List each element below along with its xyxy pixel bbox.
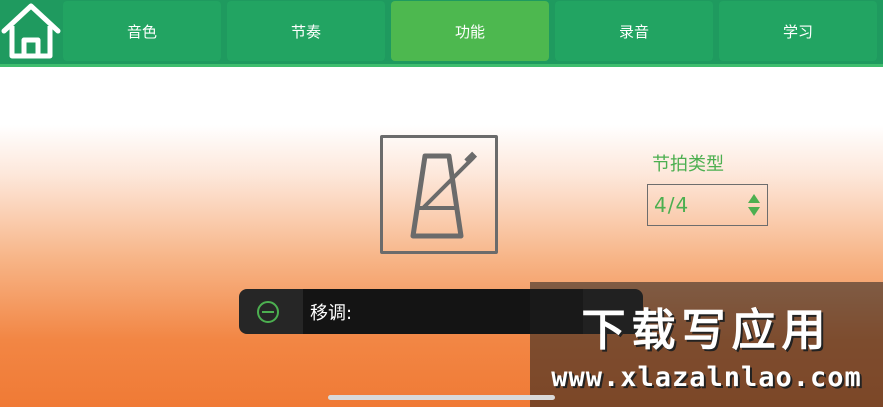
tab-learn[interactable]: 学习: [719, 1, 877, 61]
home-icon: [1, 3, 61, 59]
home-button[interactable]: [0, 0, 62, 62]
watermark-title: 下载写应用: [581, 305, 832, 356]
tab-tone[interactable]: 音色: [63, 1, 221, 61]
transpose-minus-button[interactable]: [239, 289, 297, 334]
tab-record[interactable]: 录音: [555, 1, 713, 61]
meter-type-value: 4/4: [654, 193, 690, 217]
meter-type-label: 节拍类型: [652, 154, 724, 175]
metronome-button[interactable]: [380, 135, 498, 254]
metronome-icon: [410, 151, 478, 239]
tab-function[interactable]: 功能: [391, 1, 549, 61]
up-down-arrows-icon[interactable]: [747, 193, 761, 217]
watermark-overlay: 下载写应用 www.xlazalnlao.com: [530, 282, 883, 407]
meter-type-select[interactable]: 4/4: [647, 184, 768, 226]
minus-circle-icon: [257, 300, 279, 323]
top-nav-bar: 音色 节奏 功能 录音 学习: [0, 0, 883, 67]
tab-rhythm[interactable]: 节奏: [227, 1, 385, 61]
home-indicator[interactable]: [328, 395, 555, 400]
watermark-url: www.xlazalnlao.com: [551, 362, 862, 393]
